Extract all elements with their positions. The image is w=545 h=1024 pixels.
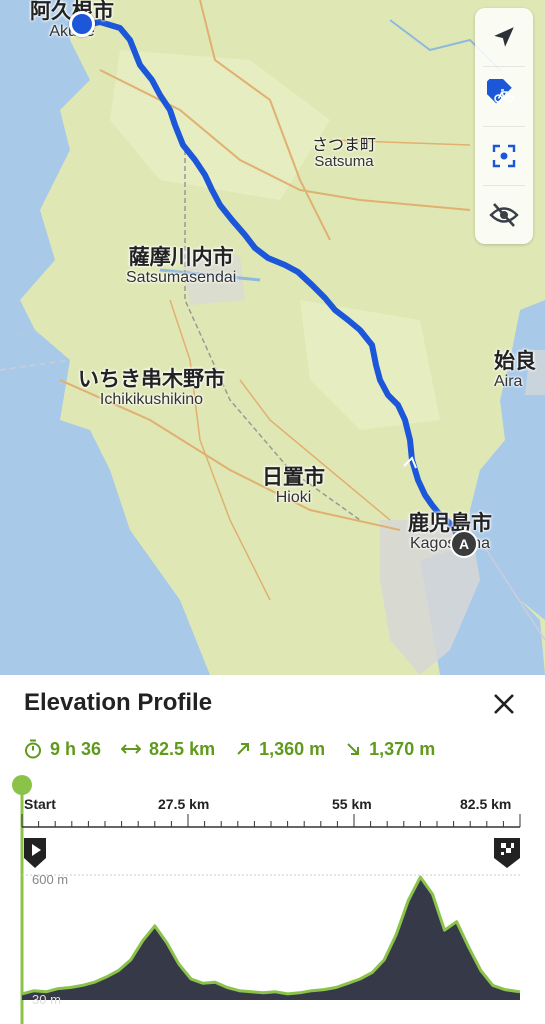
finish-flag-icon bbox=[494, 838, 520, 868]
axis-tick-27: 27.5 km bbox=[158, 796, 210, 812]
duration-stat: 9 h 36 bbox=[24, 739, 101, 760]
place-label-satsumasendai: 薩摩川内市 Satsumasendai bbox=[126, 245, 237, 287]
recenter-button[interactable] bbox=[483, 125, 525, 185]
bike-mode-button[interactable] bbox=[483, 66, 525, 125]
close-button[interactable] bbox=[491, 691, 517, 717]
navigate-icon bbox=[494, 27, 514, 47]
descent-stat: 1,370 m bbox=[345, 739, 435, 760]
route-end-marker[interactable]: A bbox=[450, 530, 478, 558]
ascent-arrow-icon bbox=[237, 743, 250, 755]
place-label-satsuma: さつま町 Satsuma bbox=[312, 135, 377, 170]
recenter-icon bbox=[492, 144, 516, 167]
ascent-stat: 1,360 m bbox=[235, 739, 325, 760]
map-controls bbox=[475, 8, 533, 244]
axis-tick-start: Start bbox=[24, 796, 56, 812]
map-canvas bbox=[0, 0, 545, 675]
close-icon bbox=[494, 694, 514, 714]
panel-title: Elevation Profile bbox=[24, 689, 213, 716]
navigate-button[interactable] bbox=[475, 8, 533, 66]
start-flag-icon bbox=[24, 838, 46, 868]
scrubber-handle[interactable] bbox=[12, 775, 32, 795]
ascent-value: 1,360 m bbox=[259, 738, 326, 759]
place-label-hioki: 日置市 Hioki bbox=[262, 465, 325, 507]
hide-icon bbox=[489, 203, 519, 227]
timer-icon bbox=[25, 739, 41, 759]
elevation-max-label: 600 m bbox=[32, 872, 69, 887]
hide-route-button[interactable] bbox=[483, 184, 525, 244]
bike-icon bbox=[487, 79, 514, 104]
distance-stat: 82.5 km bbox=[121, 739, 215, 760]
place-label-ichikikushikino: いちき串木野市 Ichikikushikino bbox=[78, 367, 225, 409]
distance-icon bbox=[121, 744, 142, 754]
descent-arrow-icon bbox=[347, 743, 360, 755]
elevation-min-label: 30 m bbox=[32, 992, 61, 1007]
route-stats: 9 h 36 82.5 km 1,360 m 1,370 m bbox=[24, 737, 455, 761]
duration-value: 9 h 36 bbox=[50, 738, 102, 759]
place-label-aira: 始良 Aira bbox=[494, 349, 536, 391]
axis-tick-55: 55 km bbox=[332, 796, 372, 812]
axis-tick-end: 82.5 km bbox=[460, 796, 512, 812]
elevation-panel: Elevation Profile 9 h 36 82.5 km 1,360 m bbox=[0, 675, 545, 1024]
route-start-marker[interactable] bbox=[69, 11, 95, 37]
elevation-profile-chart[interactable]: Start 27.5 km 55 km 82.5 km 600 m 30 m bbox=[0, 770, 545, 1024]
distance-value: 82.5 km bbox=[149, 738, 216, 759]
map-view[interactable]: 阿久根市 Akune さつま町 Satsuma 薩摩川内市 Satsumasen… bbox=[0, 0, 545, 675]
descent-value: 1,370 m bbox=[369, 738, 436, 759]
